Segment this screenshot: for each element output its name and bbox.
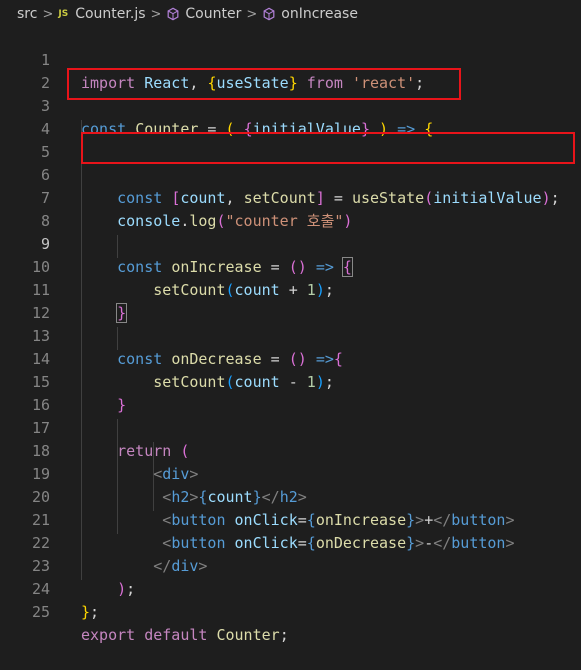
code-line: 8 — [0, 187, 581, 230]
code-line: 16 — [0, 371, 581, 414]
code-line: 14 setCount(count - 1); — [0, 325, 581, 391]
code-token: ; — [279, 626, 289, 644]
javascript-file-icon: JS — [58, 9, 69, 19]
code-line: 22 </div> — [0, 509, 581, 575]
symbol-method-icon — [167, 7, 179, 21]
code-line: 23 ); — [0, 532, 581, 598]
code-line: 18 <div> — [0, 417, 581, 483]
symbol-method-icon — [263, 7, 275, 21]
highlight-box-counter-declaration — [67, 68, 461, 100]
code-token: Counter — [216, 626, 280, 644]
code-token: default — [144, 626, 208, 644]
code-line: 10 setCount(count + 1); — [0, 233, 581, 299]
code-line: 7 console.log("counter 호출") — [0, 164, 581, 230]
code-line: 19 <h2>{count}</h2> — [0, 440, 581, 506]
code-line: 17 return ( — [0, 394, 581, 460]
code-line: 25 export default Counter; — [0, 578, 581, 644]
breadcrumb-symbol-label: onIncrease — [281, 6, 358, 22]
code-editor[interactable]: 1 import React, {useState} from 'react';… — [0, 26, 581, 644]
code-line: 13 const onDecrease = () =>{ — [0, 302, 581, 368]
breadcrumb: src > JS Counter.js > Counter > onIncrea… — [0, 0, 581, 28]
code-line: 24 }; — [0, 555, 581, 621]
breadcrumb-file-label: Counter.js — [75, 6, 146, 22]
code-line: 12 — [0, 279, 581, 322]
breadcrumb-file[interactable]: JS Counter.js — [58, 6, 145, 22]
chevron-right-icon: > — [150, 6, 162, 22]
code-line: 21 <button onClick={onDecrease}>-</butto… — [0, 486, 581, 552]
breadcrumb-folder[interactable]: src — [17, 6, 37, 22]
code-line: 11 } — [0, 256, 581, 323]
code-line: 15 } — [0, 348, 581, 414]
code-token: } — [81, 603, 91, 621]
line-number: 25 — [31, 603, 50, 621]
chevron-right-icon: > — [42, 6, 54, 22]
code-token: export — [81, 626, 136, 644]
breadcrumb-symbol-counter[interactable]: Counter — [166, 6, 241, 22]
code-line: 1 import React, {useState} from 'react'; — [0, 26, 581, 92]
code-line: 20 <button onClick={onIncrease}>+</butto… — [0, 463, 581, 529]
code-token: ; — [90, 603, 100, 621]
breadcrumb-folder-label: src — [17, 6, 38, 22]
code-line: 9 const onIncrease = () => { — [0, 210, 581, 277]
highlight-box-usestate-line — [81, 132, 575, 164]
chevron-right-icon: > — [246, 6, 258, 22]
breadcrumb-symbol-onincrease[interactable]: onIncrease — [262, 6, 358, 22]
breadcrumb-symbol-label: Counter — [185, 6, 242, 22]
